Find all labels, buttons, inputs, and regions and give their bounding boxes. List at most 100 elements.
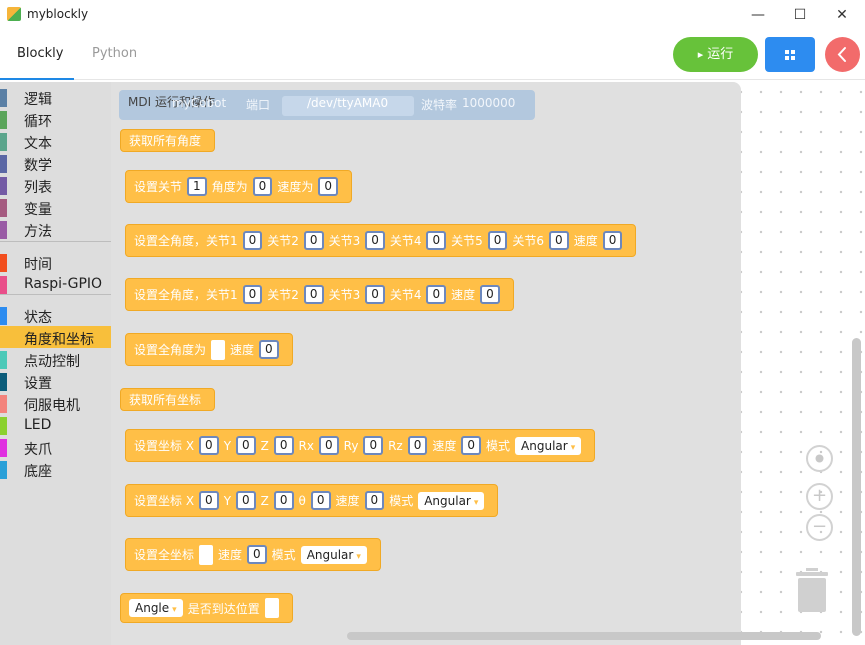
speed-field[interactable]: 0 (602, 231, 623, 250)
vertical-scrollbar[interactable] (852, 338, 861, 636)
joint3-field[interactable]: 0 (365, 285, 385, 304)
joint2-field[interactable]: 0 (303, 231, 324, 250)
joint4-field[interactable]: 0 (426, 285, 447, 304)
joint3-field[interactable]: 0 (365, 231, 385, 250)
z-field[interactable]: 0 (273, 436, 294, 455)
joint1-field[interactable]: 0 (242, 285, 263, 304)
value-input-slot[interactable] (211, 339, 226, 360)
rx-field[interactable]: 0 (319, 436, 339, 455)
toolbox-category[interactable]: 设置 (0, 370, 111, 392)
speed-field[interactable]: 0 (461, 436, 482, 455)
toolbox-category[interactable]: 列表 (0, 174, 111, 196)
block-label: Z (260, 438, 269, 453)
toolbox-category[interactable]: 状态 (0, 304, 111, 326)
toolbox-category[interactable]: 底座 (0, 458, 111, 480)
value-input-slot[interactable] (264, 598, 279, 618)
zoom-in-button[interactable]: + (806, 483, 833, 510)
minimize-button[interactable]: — (737, 0, 779, 30)
block-set-all-angles-4[interactable]: 设置全角度，关节1 0 关节2 0 关节3 0 关节4 0 速度 0 (125, 278, 514, 311)
zoom-out-button[interactable]: − (806, 514, 833, 541)
toolbox-category[interactable]: 角度和坐标 (0, 326, 111, 348)
speed-field[interactable]: 0 (318, 177, 338, 196)
block-label: 设置全坐标 (134, 548, 195, 562)
mode-dropdown[interactable]: Angular ▾ (515, 436, 582, 455)
joint-field[interactable]: 1 (187, 177, 207, 196)
tab-python[interactable]: Python (92, 46, 137, 61)
tab-blockly[interactable]: Blockly (17, 46, 63, 61)
mode-dropdown[interactable]: Angular ▾ (418, 491, 485, 510)
block-is-in-position[interactable]: Angle ▾ 是否到达位置 (120, 593, 293, 623)
block-get-all-angles[interactable]: 获取所有角度 (120, 129, 216, 152)
x-field[interactable]: 0 (199, 491, 219, 510)
ry-field[interactable]: 0 (363, 436, 384, 455)
speed-field[interactable]: 0 (259, 340, 279, 359)
block-label: 模式 (271, 548, 296, 562)
toolbox-category[interactable]: 文本 (0, 130, 111, 152)
run-button[interactable]: ▸ 运行 (673, 37, 758, 72)
toolbox: 逻辑循环 文本 数学 列表变量 方法时间 Raspi-GPIO 状态角度和坐标 点动控制 设置伺… (0, 82, 111, 645)
theta-field[interactable]: 0 (310, 491, 331, 510)
block-label: 速度 (451, 288, 476, 302)
toolbox-category[interactable]: 循环 (0, 108, 111, 130)
toolbox-category[interactable]: 逻辑 (0, 86, 111, 108)
category-color-swatch (0, 276, 7, 294)
block-label: 获取所有角度 (129, 134, 202, 148)
x-field[interactable]: 0 (199, 436, 219, 455)
category-label: 变量 (24, 202, 52, 218)
z-field[interactable]: 0 (273, 491, 294, 510)
speed-field[interactable]: 0 (480, 285, 500, 304)
block-label: 速度 (218, 548, 243, 562)
collapse-button[interactable] (825, 37, 860, 72)
type-dropdown[interactable]: Angle ▾ (129, 599, 183, 617)
category-label: 底座 (24, 464, 52, 480)
joint5-field[interactable]: 0 (487, 231, 508, 250)
trash-icon (796, 568, 828, 612)
category-color-swatch (0, 329, 7, 347)
maximize-button[interactable]: ☐ (779, 0, 821, 30)
grid-button[interactable] (765, 37, 815, 72)
block-set-joint-angle[interactable]: 设置关节 1 角度为 0 速度为 0 (125, 170, 352, 203)
toolbox-category[interactable]: 点动控制 (0, 348, 111, 370)
joint6-field[interactable]: 0 (549, 231, 569, 250)
block-set-all-angles-list[interactable]: 设置全角度为 速度 0 (125, 333, 293, 366)
speed-field[interactable]: 0 (247, 545, 267, 564)
toolbox-category[interactable]: LED (0, 414, 111, 436)
mode-dropdown[interactable]: Angular ▾ (300, 545, 367, 564)
value-input-slot[interactable] (199, 544, 214, 565)
block-label: Z (260, 493, 269, 508)
angle-field[interactable]: 0 (252, 177, 273, 196)
block-set-all-coords[interactable]: 设置全坐标 速度 0 模式 Angular ▾ (125, 538, 381, 571)
toolbox-category[interactable]: Raspi-GPIO (0, 273, 111, 295)
category-color-swatch (0, 373, 7, 391)
y-field[interactable]: 0 (236, 436, 256, 455)
dropdown-arrow-icon: ▾ (570, 442, 576, 453)
toolbox-category[interactable]: 夹爪 (0, 436, 111, 458)
toolbox-category[interactable]: 数学 (0, 152, 111, 174)
toolbox-category[interactable]: 变量 (0, 196, 111, 218)
plus-icon: + (811, 485, 828, 506)
joint4-field[interactable]: 0 (426, 231, 447, 250)
trash-can[interactable] (796, 568, 828, 612)
speed-field[interactable]: 0 (364, 491, 385, 510)
toolbox-category[interactable]: 方法 (0, 218, 111, 240)
block-label: Ry (343, 438, 359, 453)
joint2-field[interactable]: 0 (303, 285, 324, 304)
baud-select[interactable]: 1000000 (462, 96, 515, 110)
block-set-coords-6[interactable]: 设置坐标 X 0 Y 0 Z 0 Rx 0 Ry 0 Rz 0 速度 0 模式 … (125, 429, 596, 462)
close-button[interactable]: ✕ (821, 0, 863, 30)
block-label: 关节6 (512, 234, 545, 248)
joint1-field[interactable]: 0 (242, 231, 263, 250)
category-label: LED (24, 417, 52, 433)
block-set-coords-4[interactable]: 设置坐标 X 0 Y 0 Z 0 θ 0 速度 0 模式 Angular ▾ (125, 484, 499, 517)
toolbox-category[interactable]: 伺服电机 (0, 392, 111, 414)
y-field[interactable]: 0 (236, 491, 256, 510)
block-set-all-angles-6[interactable]: 设置全角度，关节1 0 关节2 0 关节3 0 关节4 0 关节5 0 关节6 … (125, 224, 637, 257)
toolbox-category[interactable]: 时间 (0, 251, 111, 273)
category-label: 角度和坐标 (24, 332, 94, 348)
block-get-all-coords[interactable]: 获取所有坐标 (120, 388, 216, 411)
robot-select[interactable]: myCobot (172, 96, 226, 110)
horizontal-scrollbar[interactable] (347, 632, 821, 640)
category-label: 循环 (24, 114, 52, 130)
rz-field[interactable]: 0 (407, 436, 428, 455)
recenter-button[interactable] (806, 445, 833, 472)
